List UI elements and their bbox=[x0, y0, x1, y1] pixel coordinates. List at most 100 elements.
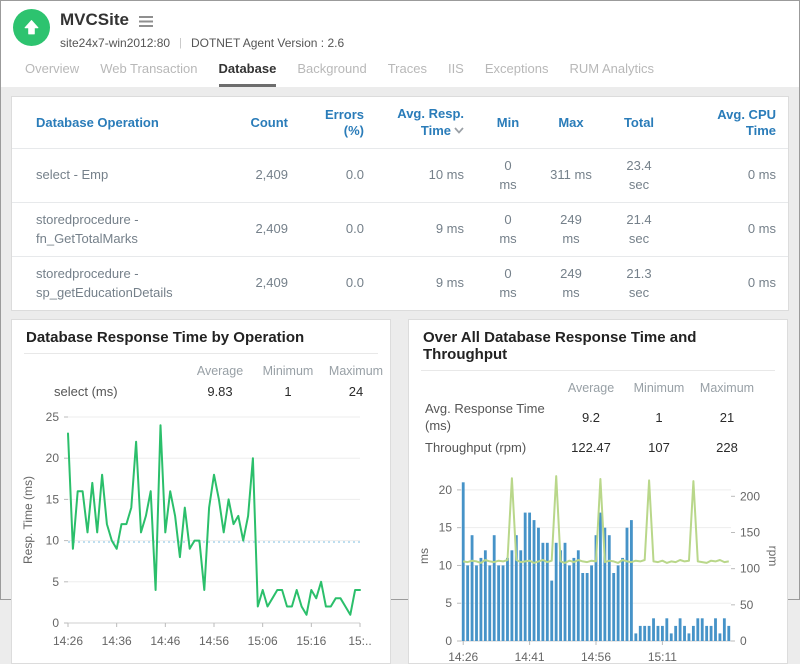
max-cell: 311 ms bbox=[540, 148, 602, 202]
svg-text:15: 15 bbox=[439, 521, 453, 535]
column-header-avg-cpu-time[interactable]: Avg. CPU Time bbox=[676, 97, 788, 148]
response-time-line-chart: 0 5 10 15 20 25 14:26 14:36 14:46 14:56 15:06 15:16… bbox=[12, 405, 390, 658]
column-header-errors[interactable]: Errors (%) bbox=[300, 97, 376, 148]
tab-background[interactable]: Background bbox=[297, 61, 366, 87]
svg-text:5: 5 bbox=[52, 575, 59, 589]
table-row[interactable]: storedprocedure - fn_GetTotalMarks 2,409… bbox=[12, 202, 788, 256]
svg-text:14:56: 14:56 bbox=[581, 650, 611, 663]
min-cell: 0 ms bbox=[476, 202, 540, 256]
avg-resp-cell: 9 ms bbox=[376, 256, 476, 310]
svg-text:14:46: 14:46 bbox=[150, 634, 180, 648]
svg-text:14:26: 14:26 bbox=[53, 634, 83, 648]
stats-row: Avg. Response Time (ms) 9.2 1 21 bbox=[425, 398, 761, 437]
page-title: MVCSite bbox=[60, 10, 129, 30]
tab-exceptions[interactable]: Exceptions bbox=[485, 61, 549, 87]
overall-stats-table: Average Minimum Maximum Avg. Response Ti… bbox=[425, 378, 761, 459]
stats-row: Throughput (rpm) 122.47 107 228 bbox=[425, 437, 761, 459]
column-header-count[interactable]: Count bbox=[238, 97, 300, 148]
svg-text:10: 10 bbox=[46, 534, 60, 548]
database-operations-card: Database Operation Count Errors (%) Avg.… bbox=[11, 96, 789, 311]
svg-text:5: 5 bbox=[445, 596, 452, 610]
max-cell: 249 ms bbox=[540, 256, 602, 310]
panel-title: Over All Database Response Time and Thro… bbox=[421, 320, 775, 371]
agent-version-label: DOTNET Agent Version : 2.6 bbox=[191, 36, 344, 50]
svg-text:15:..: 15:.. bbox=[348, 634, 371, 648]
svg-text:Resp. Time (ms): Resp. Time (ms) bbox=[21, 476, 35, 564]
host-label: site24x7-win2012:80 bbox=[60, 36, 170, 50]
svg-text:0: 0 bbox=[445, 634, 452, 648]
svg-text:14:26: 14:26 bbox=[448, 650, 478, 663]
svg-text:10: 10 bbox=[439, 559, 453, 573]
tab-iis[interactable]: IIS bbox=[448, 61, 464, 87]
hamburger-menu-icon[interactable] bbox=[138, 13, 154, 28]
tab-traces[interactable]: Traces bbox=[388, 61, 427, 87]
column-header-total[interactable]: Total bbox=[602, 97, 676, 148]
stats-label: select (ms) bbox=[54, 381, 186, 403]
svg-text:15:06: 15:06 bbox=[248, 634, 278, 648]
svg-text:20: 20 bbox=[439, 483, 453, 497]
header-divider: | bbox=[179, 37, 182, 49]
column-header-min[interactable]: Min bbox=[476, 97, 540, 148]
column-header-max[interactable]: Max bbox=[540, 97, 602, 148]
avg-cpu-cell: 0 ms bbox=[676, 202, 788, 256]
stats-header-average: Average bbox=[557, 378, 625, 398]
svg-text:50: 50 bbox=[740, 598, 754, 612]
svg-text:20: 20 bbox=[46, 451, 60, 465]
column-header-avg-resp-time[interactable]: Avg. Resp. Time bbox=[376, 97, 476, 148]
table-row[interactable]: select - Emp 2,409 0.0 10 ms 0 ms 311 ms… bbox=[12, 148, 788, 202]
stats-row: select (ms) 9.83 1 24 bbox=[54, 381, 390, 403]
stats-header-maximum: Maximum bbox=[322, 361, 390, 381]
max-cell: 249 ms bbox=[540, 202, 602, 256]
column-header-database-operation[interactable]: Database Operation bbox=[12, 97, 238, 148]
svg-text:15:16: 15:16 bbox=[296, 634, 326, 648]
content-area: Database Operation Count Errors (%) Avg.… bbox=[1, 87, 799, 664]
overall-response-throughput-panel: Over All Database Response Time and Thro… bbox=[408, 319, 788, 664]
stats-header-average: Average bbox=[186, 361, 254, 381]
svg-text:rpm: rpm bbox=[766, 546, 777, 567]
errors-cell: 0.0 bbox=[300, 256, 376, 310]
stats-label: Throughput (rpm) bbox=[425, 437, 557, 459]
svg-text:14:41: 14:41 bbox=[515, 650, 545, 663]
avg-cpu-cell: 0 ms bbox=[676, 256, 788, 310]
stats-label: Avg. Response Time (ms) bbox=[425, 398, 557, 437]
sort-descending-icon bbox=[454, 122, 464, 138]
monitor-status-icon bbox=[13, 9, 50, 46]
tab-database[interactable]: Database bbox=[219, 61, 277, 87]
count-cell: 2,409 bbox=[238, 148, 300, 202]
svg-text:100: 100 bbox=[740, 562, 760, 576]
svg-text:15: 15 bbox=[46, 492, 60, 506]
avg-resp-cell: 9 ms bbox=[376, 202, 476, 256]
min-cell: 0 ms bbox=[476, 256, 540, 310]
response-throughput-combo-chart: 0510152005010015020014:2614:4114:5615:11… bbox=[409, 461, 787, 663]
svg-text:200: 200 bbox=[740, 489, 760, 503]
table-row[interactable]: storedprocedure - sp_getEducationDetails… bbox=[12, 256, 788, 310]
stats-header-minimum: Minimum bbox=[625, 378, 693, 398]
operation-cell: select - Emp bbox=[12, 148, 238, 202]
svg-text:0: 0 bbox=[52, 616, 59, 630]
avg-cpu-cell: 0 ms bbox=[676, 148, 788, 202]
total-cell: 23.4 sec bbox=[602, 148, 676, 202]
errors-cell: 0.0 bbox=[300, 202, 376, 256]
total-cell: 21.3 sec bbox=[602, 256, 676, 310]
count-cell: 2,409 bbox=[238, 202, 300, 256]
operation-stats-table: Average Minimum Maximum select (ms) 9.83… bbox=[54, 361, 390, 403]
app-header: MVCSite site24x7-win2012:80 | DOTNET Age… bbox=[1, 1, 799, 87]
svg-text:25: 25 bbox=[46, 410, 60, 424]
avg-resp-cell: 10 ms bbox=[376, 148, 476, 202]
min-cell: 0 ms bbox=[476, 148, 540, 202]
tab-overview[interactable]: Overview bbox=[25, 61, 79, 87]
tab-bar: Overview Web Transaction Database Backgr… bbox=[13, 50, 787, 87]
svg-text:14:56: 14:56 bbox=[199, 634, 229, 648]
svg-text:14:36: 14:36 bbox=[102, 634, 132, 648]
up-arrow-icon bbox=[23, 19, 40, 36]
panel-title: Database Response Time by Operation bbox=[24, 320, 378, 354]
total-cell: 21.4 sec bbox=[602, 202, 676, 256]
database-operations-table: Database Operation Count Errors (%) Avg.… bbox=[12, 97, 788, 310]
operation-cell: storedprocedure - sp_getEducationDetails bbox=[12, 256, 238, 310]
stats-header-minimum: Minimum bbox=[254, 361, 322, 381]
svg-text:150: 150 bbox=[740, 526, 760, 540]
tab-rum-analytics[interactable]: RUM Analytics bbox=[569, 61, 654, 87]
svg-text:15:11: 15:11 bbox=[648, 650, 677, 663]
svg-text:0: 0 bbox=[740, 634, 747, 648]
tab-web-transaction[interactable]: Web Transaction bbox=[100, 61, 197, 87]
